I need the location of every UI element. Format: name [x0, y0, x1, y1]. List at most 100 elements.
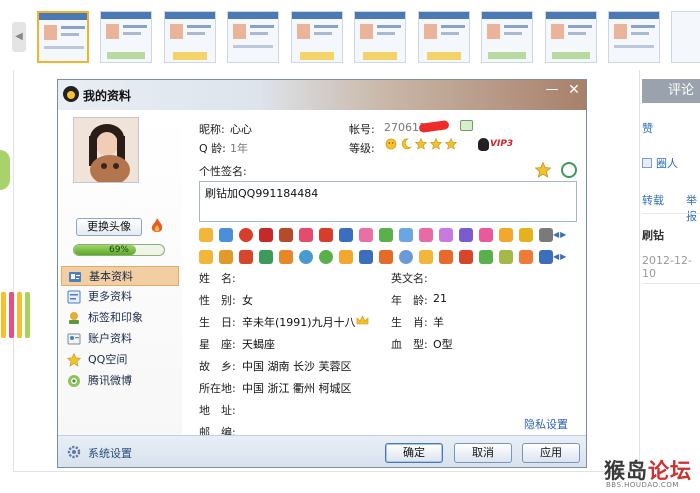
badge-icon[interactable]: [219, 228, 233, 242]
nav-tags[interactable]: 标签和印象: [61, 308, 179, 328]
badge-row-arrows[interactable]: ◀▶: [553, 230, 567, 239]
privacy-settings-link[interactable]: 隐私设置: [524, 416, 568, 432]
crown-icon: [356, 315, 369, 325]
badge-icon[interactable]: [259, 250, 273, 264]
badge-icon[interactable]: [519, 250, 533, 264]
badge-icon[interactable]: [419, 250, 433, 264]
badge-icon[interactable]: [219, 250, 233, 264]
nav-weibo[interactable]: 腾讯微博: [61, 371, 179, 391]
badge-icon[interactable]: [399, 228, 413, 242]
sun-icon: [385, 138, 397, 150]
forum-watermark: 猴岛论坛 BBS.HOUDAO.COM: [604, 455, 700, 493]
birthday-value: 辛未年(1991)九月十八: [242, 316, 356, 329]
thumbnail[interactable]: [608, 11, 660, 63]
badge-icon[interactable]: [499, 228, 513, 242]
star-icon: [430, 138, 442, 150]
watermark-url: BBS.HOUDAO.COM: [606, 481, 679, 489]
badge-icon[interactable]: [519, 228, 533, 242]
badge-icon[interactable]: [239, 228, 253, 242]
ok-button[interactable]: 确定: [385, 443, 443, 463]
badge-row-arrows[interactable]: ◀▶: [553, 252, 567, 261]
thumbnail[interactable]: [164, 11, 216, 63]
badge-icon[interactable]: [359, 250, 373, 264]
apply-button[interactable]: 应用: [522, 443, 580, 463]
star-icon[interactable]: [535, 162, 551, 178]
badge-icon[interactable]: [539, 228, 553, 242]
like-link[interactable]: 赞: [642, 120, 653, 136]
hometown-value: 中国 湖南 长沙 芙蓉区: [242, 360, 352, 373]
thumbnail[interactable]: [545, 11, 597, 63]
thumbnail[interactable]: [37, 11, 89, 63]
badge-icon[interactable]: [319, 228, 333, 242]
mention-link[interactable]: 圈人: [642, 155, 678, 171]
badge-icon[interactable]: [199, 250, 213, 264]
nav-qzone[interactable]: QQ空间: [61, 350, 179, 370]
badge-icon[interactable]: [439, 228, 453, 242]
nav-basic-info[interactable]: 基本资料: [61, 266, 179, 286]
strip-prev-button[interactable]: ◀: [12, 22, 26, 52]
flame-icon[interactable]: [150, 218, 164, 234]
badge-icon[interactable]: [539, 250, 553, 264]
badge-icon[interactable]: [339, 250, 353, 264]
avatar[interactable]: [73, 117, 139, 183]
badge-icon[interactable]: [279, 250, 293, 264]
thumbnail[interactable]: [354, 11, 406, 63]
badge-icon[interactable]: [359, 228, 373, 242]
report-link[interactable]: 举报: [686, 192, 700, 224]
copy-icon[interactable]: [460, 120, 473, 131]
nav-account[interactable]: 账户资料: [61, 329, 179, 349]
badge-icon[interactable]: [479, 250, 493, 264]
system-settings-link[interactable]: 系统设置: [88, 445, 132, 461]
badge-icon[interactable]: [299, 250, 313, 264]
badge-icon[interactable]: [439, 250, 453, 264]
badge-icon[interactable]: [459, 228, 473, 242]
badge-icon[interactable]: [199, 228, 213, 242]
qq-penguin-icon: [63, 86, 79, 102]
badge-icon[interactable]: [459, 250, 473, 264]
thumbnail[interactable]: [418, 11, 470, 63]
thumbnail[interactable]: [100, 11, 152, 63]
zodiac-label: 生 肖:: [391, 316, 428, 329]
weibo-icon: [68, 375, 80, 387]
id-card-icon: [69, 272, 81, 282]
badge-icon[interactable]: [479, 228, 493, 242]
window-footer: 系统设置 确定 取消 应用: [58, 435, 586, 467]
badge-icon[interactable]: [299, 228, 313, 242]
star-icon: [445, 138, 457, 150]
nav-label: QQ空间: [88, 353, 128, 366]
comment-author[interactable]: 刷钻: [642, 227, 664, 243]
blood-label: 血 型:: [391, 338, 428, 351]
change-avatar-button[interactable]: 更换头像: [76, 218, 142, 236]
badge-icon[interactable]: [379, 228, 393, 242]
gear-icon[interactable]: [67, 445, 81, 459]
badge-icon[interactable]: [419, 228, 433, 242]
badge-icon[interactable]: [379, 250, 393, 264]
thumbnail-partial[interactable]: [671, 11, 700, 63]
badge-icon[interactable]: [239, 250, 253, 264]
constellation-label: 星 座:: [199, 338, 236, 351]
repost-link[interactable]: 转载: [642, 192, 664, 208]
badge-icon[interactable]: [499, 250, 513, 264]
refresh-icon[interactable]: [561, 162, 577, 178]
badge-icon[interactable]: [339, 228, 353, 242]
close-button[interactable]: ✕: [566, 83, 582, 99]
cancel-button[interactable]: 取消: [454, 443, 512, 463]
thumbnail[interactable]: [227, 11, 279, 63]
age-value: 21: [433, 292, 447, 305]
nav-label: 基本资料: [89, 270, 133, 283]
badge-icon[interactable]: [319, 250, 333, 264]
comment-tab[interactable]: 评论: [642, 79, 700, 103]
signature-input[interactable]: 刷钻加QQ991184484: [199, 181, 577, 222]
name-label: 姓 名:: [199, 272, 236, 285]
badge-icon[interactable]: [399, 250, 413, 264]
address-label: 地 址:: [199, 404, 236, 417]
badge-icon[interactable]: [259, 228, 273, 242]
nav-more-info[interactable]: 更多资料: [61, 287, 179, 307]
thumbnail[interactable]: [291, 11, 343, 63]
hometown-label: 故 乡:: [199, 360, 236, 373]
thumbnail[interactable]: [481, 11, 533, 63]
account-icon: [67, 333, 81, 345]
minimize-button[interactable]: —: [544, 83, 560, 99]
badge-icon[interactable]: [279, 228, 293, 242]
account-label: 帐号:: [349, 123, 375, 136]
